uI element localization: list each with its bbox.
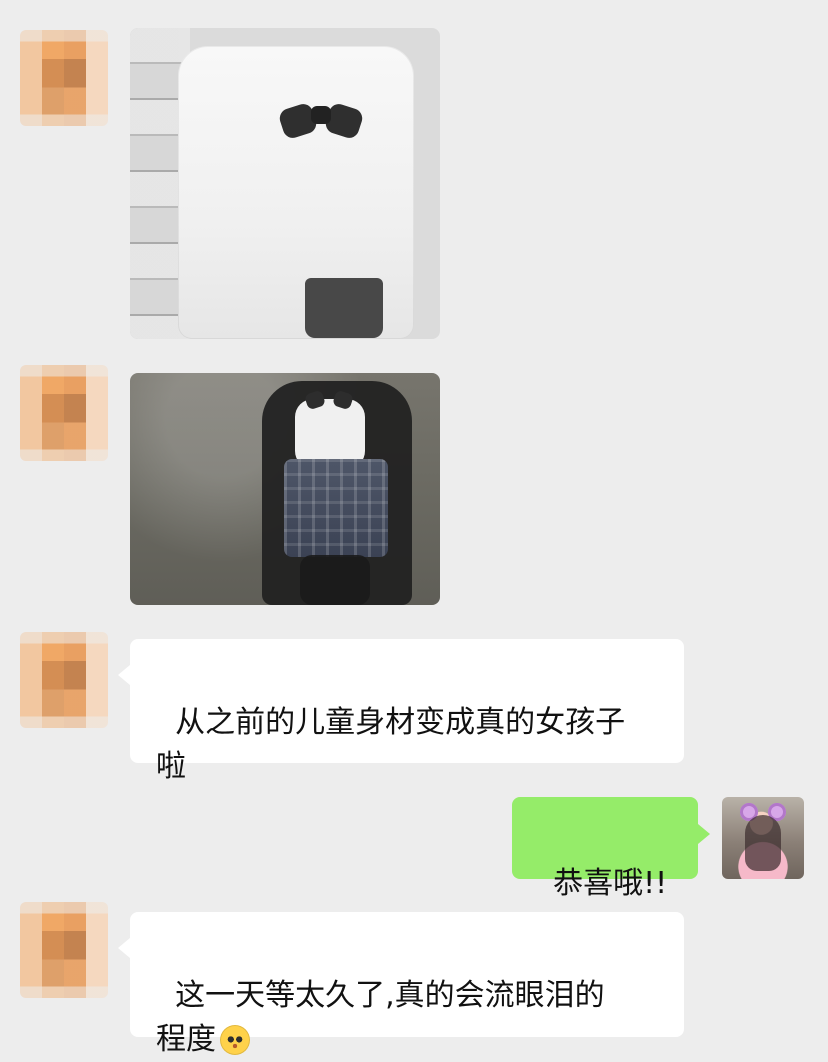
message-bubble[interactable]: 从之前的儿童身材变成真的女孩子 啦 — [118, 639, 684, 784]
message-text: 从之前的儿童身材变成真的女孩子 啦 — [156, 705, 626, 784]
bow-tie — [281, 96, 361, 154]
user-avatar[interactable] — [722, 797, 804, 879]
dark-skirt — [305, 278, 383, 338]
sender-avatar[interactable] — [20, 365, 108, 461]
avatar-portrait — [745, 815, 781, 871]
sender-avatar[interactable] — [20, 902, 108, 998]
sender-avatar[interactable] — [20, 632, 108, 728]
message-bubble[interactable]: 这一天等太久了,真的会流眼泪的 程度 — [118, 912, 684, 1057]
message-text: 恭喜哦!! — [553, 866, 668, 901]
image-message-1[interactable] — [130, 28, 440, 339]
black-stockings — [300, 555, 370, 605]
bow-knot — [311, 106, 331, 124]
sender-avatar[interactable] — [20, 30, 108, 126]
self-message-bubble[interactable]: 恭喜哦!! — [512, 797, 710, 901]
pleading-face-emoji-icon — [220, 1025, 250, 1055]
image-message-2[interactable] — [130, 373, 440, 605]
plaid-skirt — [284, 459, 388, 557]
bow-tie — [306, 388, 352, 412]
